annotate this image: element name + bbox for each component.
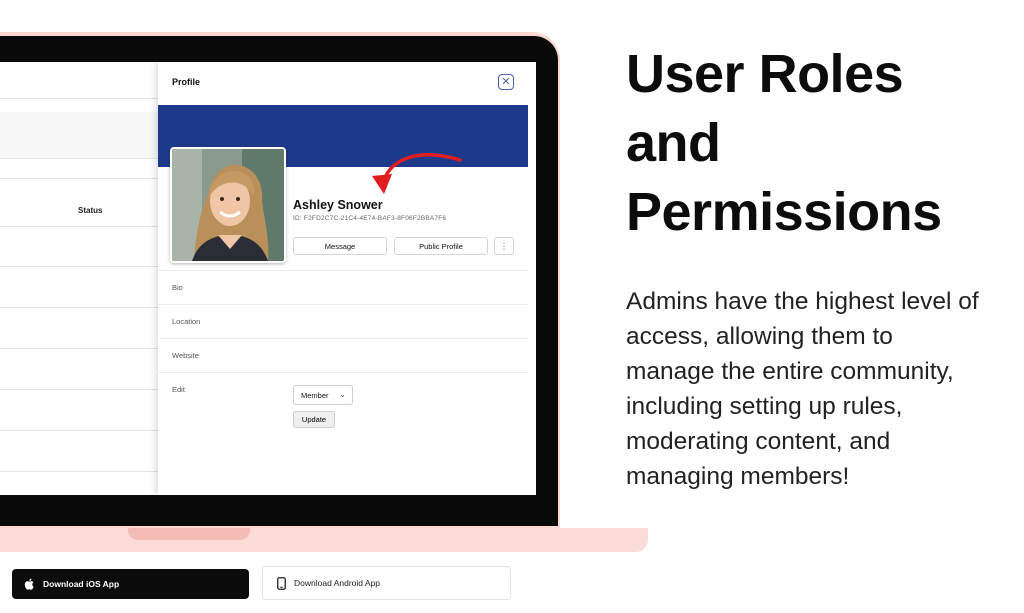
- table-row[interactable]: [0, 430, 160, 431]
- update-button[interactable]: Update: [293, 411, 335, 428]
- table-row[interactable]: [0, 307, 160, 308]
- divider: [158, 338, 528, 339]
- headline-line: Permissions: [626, 182, 942, 242]
- headline-line: and: [626, 113, 721, 173]
- status-column-header[interactable]: Status: [78, 206, 102, 215]
- table-row[interactable]: [0, 471, 160, 472]
- user-name: Ashley Snower: [293, 198, 383, 212]
- table-divider: [0, 98, 160, 99]
- close-icon: ✕: [501, 75, 511, 88]
- chevron-down-icon: ⌄: [339, 390, 346, 399]
- table-divider: [0, 158, 160, 159]
- members-table: Status: [0, 62, 160, 495]
- phone-icon: [277, 576, 286, 590]
- laptop-screen: Status Profile ✕ Ashley Snower ID: F2FD2…: [0, 62, 536, 495]
- divider: [158, 372, 528, 373]
- role-select-value: Member: [301, 390, 329, 400]
- table-divider: [0, 178, 160, 179]
- description: Admins have the highest level of access,…: [626, 288, 979, 490]
- table-row[interactable]: [0, 226, 160, 227]
- divider: [158, 270, 528, 271]
- location-label: Location: [172, 317, 201, 326]
- avatar: [170, 147, 286, 263]
- edit-label: Edit: [172, 385, 185, 394]
- more-options-button[interactable]: ⋮: [494, 237, 514, 255]
- headline: User Roles and Permissions: [626, 40, 1006, 247]
- close-button[interactable]: ✕: [498, 74, 514, 90]
- message-button[interactable]: Message: [293, 237, 387, 255]
- table-row[interactable]: [0, 266, 160, 267]
- more-vertical-icon: ⋮: [499, 240, 509, 251]
- public-profile-button[interactable]: Public Profile: [394, 237, 488, 255]
- bio-label: Bio: [172, 283, 183, 292]
- profile-panel: Profile ✕ Ashley Snower ID: F2FD2C7C-21C…: [158, 62, 536, 495]
- role-select[interactable]: Member ⌄: [293, 385, 353, 405]
- laptop-notch: [128, 528, 250, 540]
- headline-line: User Roles: [626, 44, 904, 104]
- download-ios-label: Download iOS App: [43, 579, 120, 589]
- divider: [158, 304, 528, 305]
- table-row[interactable]: [0, 348, 160, 349]
- website-label: Website: [172, 351, 199, 360]
- table-row[interactable]: [0, 389, 160, 390]
- download-ios-button[interactable]: Download iOS App: [12, 569, 249, 599]
- avatar-photo: [172, 149, 284, 261]
- apple-icon: [24, 578, 35, 590]
- panel-title: Profile: [172, 77, 201, 87]
- user-id: ID: F2FD2C7C-21C4-4E74-BAF3-8F06F2BBA7F6: [293, 215, 447, 222]
- download-android-label: Download Android App: [294, 578, 381, 588]
- laptop-base: [0, 528, 648, 552]
- table-toolbar: [0, 112, 160, 158]
- download-android-button[interactable]: Download Android App: [262, 566, 511, 600]
